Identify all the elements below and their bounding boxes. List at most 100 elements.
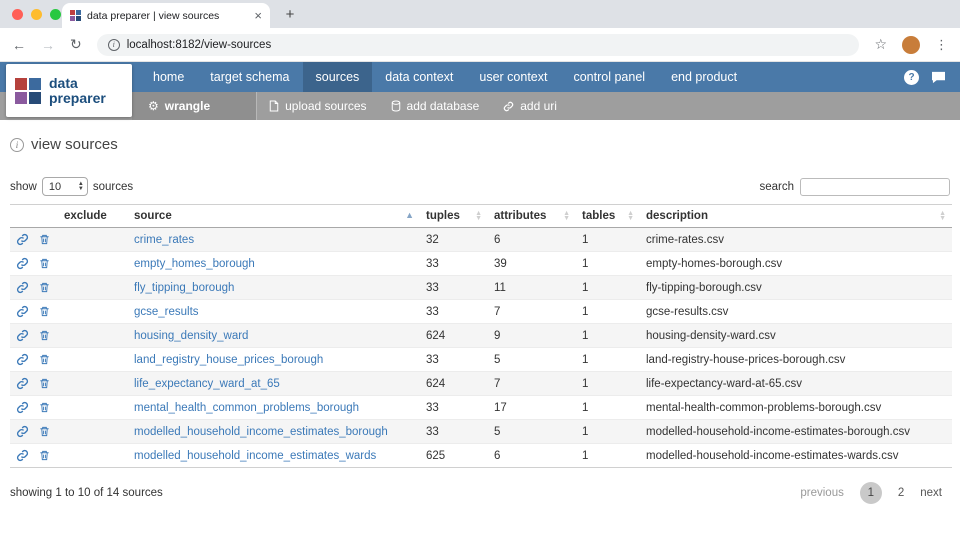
exclude-cell — [58, 444, 128, 468]
link-icon[interactable] — [16, 305, 29, 318]
nav-item-user-context[interactable]: user context — [466, 62, 560, 92]
source-link[interactable]: life_expectancy_ward_at_65 — [134, 378, 280, 390]
back-icon[interactable]: ← — [12, 37, 26, 53]
subnav-item-add-uri[interactable]: add uri — [491, 92, 569, 120]
link-icon[interactable] — [16, 281, 29, 294]
attributes-cell: 17 — [488, 396, 576, 420]
description-cell: mental-health-common-problems-borough.cs… — [640, 396, 952, 420]
page-length-select[interactable]: 10 ▲▼ — [42, 177, 88, 196]
link-icon[interactable] — [16, 233, 29, 246]
link-icon[interactable] — [16, 257, 29, 270]
source-link[interactable]: gcse_results — [134, 306, 199, 318]
link-icon[interactable] — [16, 329, 29, 342]
window-close-button[interactable] — [12, 9, 23, 20]
nav-item-target-schema[interactable]: target schema — [197, 62, 302, 92]
pagination-page-2[interactable]: 2 — [898, 487, 904, 499]
row-actions-cell — [10, 444, 58, 468]
header-tuples[interactable]: ▲▼tuples — [420, 205, 488, 228]
subnav-item-add-database[interactable]: add database — [379, 92, 492, 120]
exclude-cell — [58, 348, 128, 372]
bookmark-star-icon[interactable]: ☆ — [874, 36, 887, 53]
search-label: search — [759, 181, 794, 193]
trash-icon[interactable] — [39, 305, 50, 318]
table-row: empty_homes_borough 33 39 1 empty-homes-… — [10, 252, 952, 276]
window-zoom-button[interactable] — [50, 9, 61, 20]
trash-icon[interactable] — [39, 449, 50, 462]
source-link[interactable]: modelled_household_income_estimates_ward… — [134, 450, 376, 462]
window-minimize-button[interactable] — [31, 9, 42, 20]
pagination-previous[interactable]: previous — [800, 487, 843, 499]
sort-icons: ▲▼ — [475, 212, 482, 221]
header-tables[interactable]: ▲▼tables — [576, 205, 640, 228]
nav-item-sources[interactable]: sources — [303, 62, 373, 92]
url-field[interactable]: i localhost:8182/view-sources — [97, 34, 860, 56]
trash-icon[interactable] — [39, 281, 50, 294]
tables-cell: 1 — [576, 372, 640, 396]
nav-item-home[interactable]: home — [140, 62, 197, 92]
source-link[interactable]: fly_tipping_borough — [134, 282, 234, 294]
attributes-cell: 7 — [488, 372, 576, 396]
source-link[interactable]: empty_homes_borough — [134, 258, 255, 270]
trash-icon[interactable] — [39, 329, 50, 342]
row-actions-cell — [10, 372, 58, 396]
search-input[interactable] — [800, 178, 950, 196]
subnav-item-wrangle[interactable]: ⚙ wrangle — [132, 92, 257, 120]
nav-item-data-context[interactable]: data context — [372, 62, 466, 92]
sources-table: exclude ▲source ▲▼tuples ▲▼attributes ▲▼… — [10, 204, 952, 468]
new-tab-button[interactable]: + — [280, 6, 300, 23]
source-link[interactable]: land_registry_house_prices_borough — [134, 354, 323, 366]
header-description[interactable]: ▲▼description — [640, 205, 952, 228]
nav-item-control-panel[interactable]: control panel — [560, 62, 658, 92]
attributes-cell: 6 — [488, 444, 576, 468]
source-link[interactable]: housing_density_ward — [134, 330, 248, 342]
pagination-next[interactable]: next — [920, 487, 942, 499]
page-info-icon[interactable]: i — [108, 39, 120, 51]
description-cell: modelled-household-income-estimates-boro… — [640, 420, 952, 444]
help-icon[interactable]: ? — [904, 70, 919, 85]
tuples-cell: 33 — [420, 300, 488, 324]
tuples-cell: 33 — [420, 396, 488, 420]
link-icon[interactable] — [16, 353, 29, 366]
header-source[interactable]: ▲source — [128, 205, 420, 228]
window-controls — [12, 0, 61, 28]
source-link[interactable]: crime_rates — [134, 234, 194, 246]
profile-avatar[interactable] — [902, 36, 920, 54]
link-icon[interactable] — [16, 401, 29, 414]
trash-icon[interactable] — [39, 257, 50, 270]
logo-text: datapreparer — [49, 76, 106, 106]
trash-icon[interactable] — [39, 401, 50, 414]
subnav-item-upload-sources[interactable]: upload sources — [257, 92, 378, 120]
source-cell: gcse_results — [128, 300, 420, 324]
description-cell: gcse-results.csv — [640, 300, 952, 324]
tables-cell: 1 — [576, 252, 640, 276]
browser-tab[interactable]: data preparer | view sources × — [62, 3, 270, 28]
tab-close-icon[interactable]: × — [254, 9, 262, 22]
row-actions-cell — [10, 252, 58, 276]
source-cell: empty_homes_borough — [128, 252, 420, 276]
feedback-chat-icon[interactable] — [931, 71, 946, 84]
link-icon[interactable] — [16, 425, 29, 438]
pagination-page-1[interactable]: 1 — [860, 482, 882, 504]
sources-table-body: crime_rates 32 6 1 crime-rates.csv empty… — [10, 228, 952, 468]
description-cell: empty-homes-borough.csv — [640, 252, 952, 276]
nav-item-end-product[interactable]: end product — [658, 62, 750, 92]
header-attributes[interactable]: ▲▼attributes — [488, 205, 576, 228]
tuples-cell: 33 — [420, 252, 488, 276]
trash-icon[interactable] — [39, 353, 50, 366]
reload-icon[interactable]: ↻ — [70, 36, 82, 53]
source-cell: fly_tipping_borough — [128, 276, 420, 300]
trash-icon[interactable] — [39, 233, 50, 246]
row-actions-cell — [10, 276, 58, 300]
description-cell: fly-tipping-borough.csv — [640, 276, 952, 300]
browser-menu-icon[interactable]: ⋮ — [935, 37, 948, 53]
source-link[interactable]: modelled_household_income_estimates_boro… — [134, 426, 388, 438]
link-icon[interactable] — [16, 377, 29, 390]
forward-icon[interactable]: → — [41, 37, 55, 53]
show-suffix-label: sources — [93, 181, 133, 193]
exclude-cell — [58, 372, 128, 396]
trash-icon[interactable] — [39, 377, 50, 390]
link-icon[interactable] — [16, 449, 29, 462]
trash-icon[interactable] — [39, 425, 50, 438]
app-logo[interactable]: datapreparer — [6, 64, 132, 117]
source-link[interactable]: mental_health_common_problems_borough — [134, 402, 359, 414]
